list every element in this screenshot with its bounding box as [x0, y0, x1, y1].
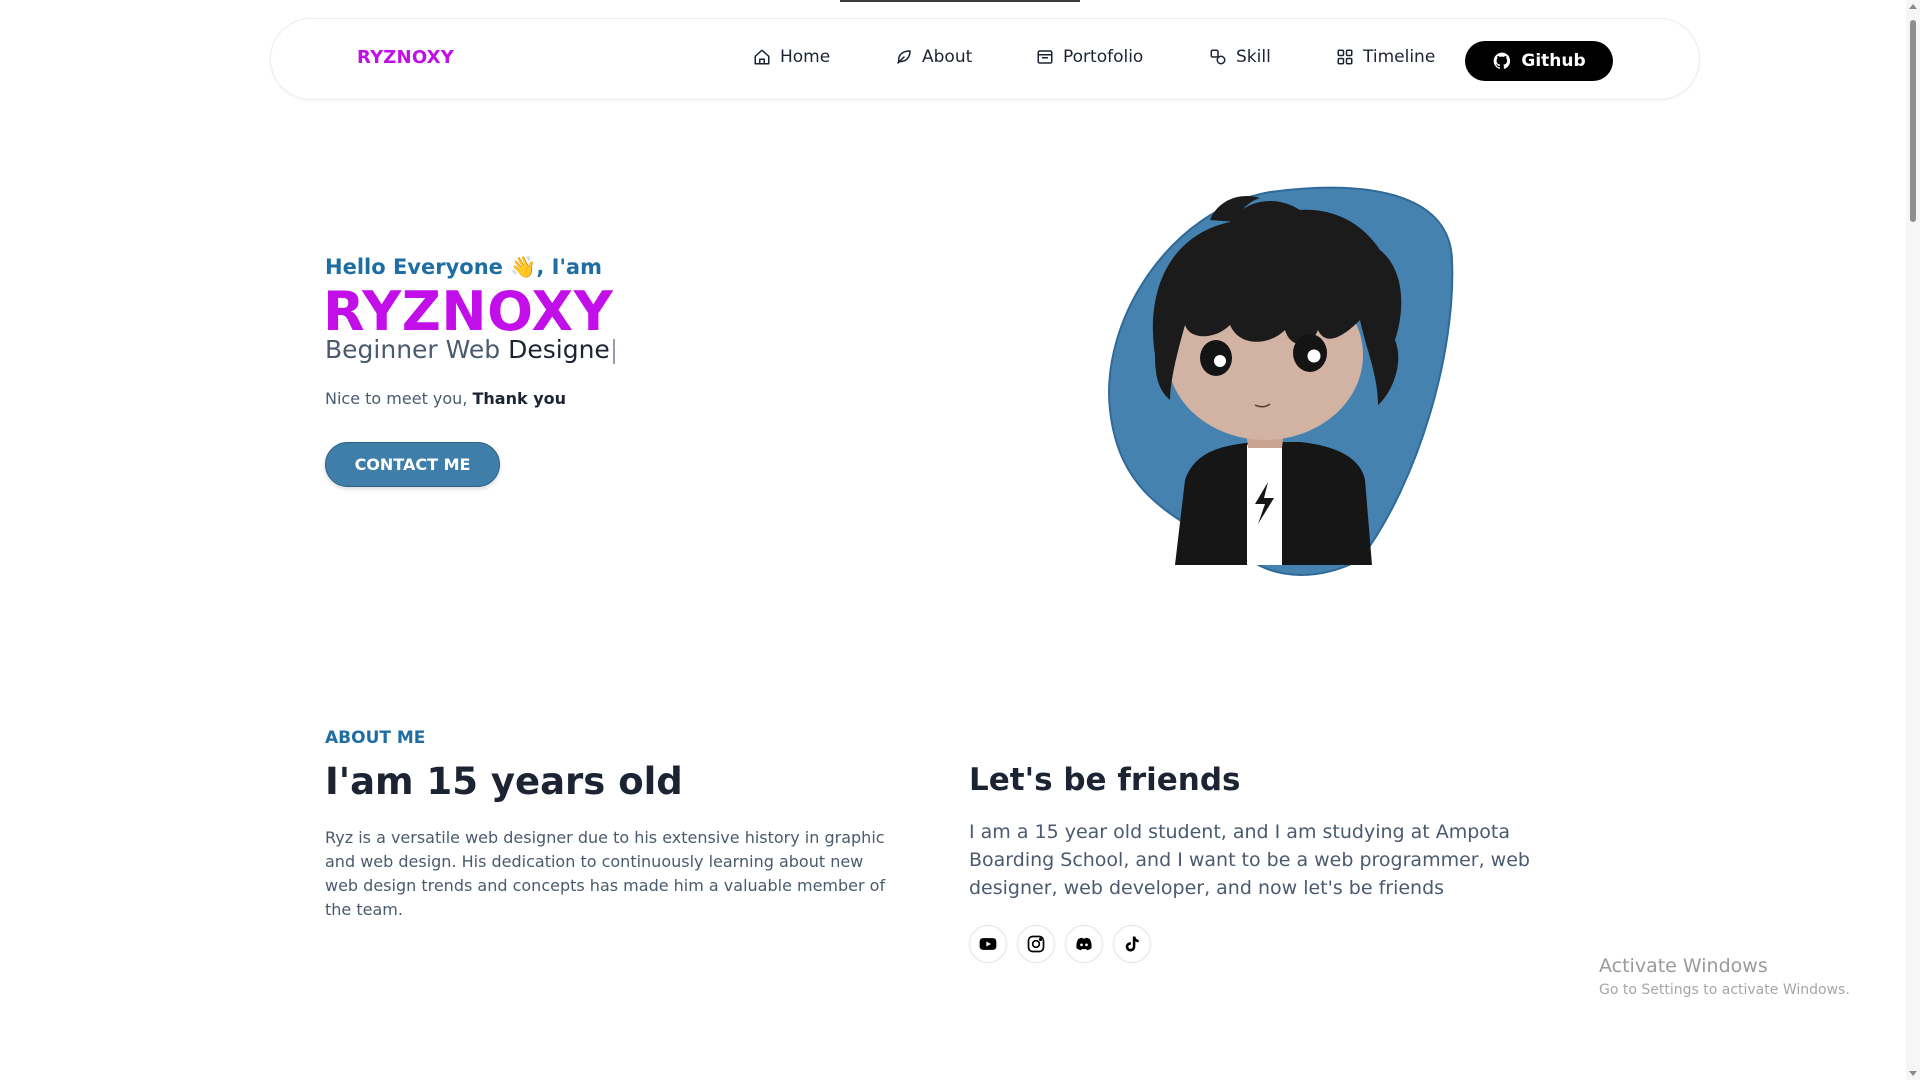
- nav-label-skill: Skill: [1236, 47, 1271, 67]
- nav-label-portofolio: Portofolio: [1063, 47, 1144, 67]
- about-title: I'am 15 years old: [325, 760, 683, 803]
- home-icon: [754, 49, 770, 65]
- brand-logo[interactable]: RYZNOXY: [357, 47, 454, 68]
- activate-windows-subtitle: Go to Settings to activate Windows.: [1599, 982, 1850, 998]
- discord-icon: [1076, 937, 1092, 951]
- github-icon: [1494, 52, 1511, 69]
- tiktok-icon: [1125, 936, 1139, 952]
- left-eye-shine: [1214, 355, 1226, 367]
- nav-label-timeline: Timeline: [1363, 47, 1436, 67]
- nav-label-home: Home: [780, 47, 831, 67]
- page-loading-bar: [840, 0, 1080, 2]
- discord-link[interactable]: [1065, 925, 1103, 963]
- tiktok-link[interactable]: [1113, 925, 1151, 963]
- typing-caret: |: [609, 335, 619, 364]
- avatar-illustration: [1108, 186, 1454, 576]
- avatar-shirt: [1247, 445, 1282, 565]
- hero-name: RYZNOXY: [323, 280, 614, 343]
- role-muted: Beginner Web: [325, 335, 509, 364]
- youtube-link[interactable]: [969, 925, 1007, 963]
- friends-description: I am a 15 year old student, and I am stu…: [969, 821, 1530, 899]
- nice-prefix: Nice to meet you,: [325, 389, 473, 408]
- about-section-label: ABOUT ME: [325, 728, 426, 748]
- friends-title: Let's be friends: [969, 762, 1241, 798]
- about-description: Ryz is a versatile web designer due to h…: [325, 828, 886, 919]
- greeting-suffix: , I'am: [536, 255, 602, 279]
- leaf-icon: [897, 50, 911, 64]
- nav-item-timeline[interactable]: Timeline: [1336, 47, 1435, 67]
- hero-subtitle: Nice to meet you, Thank you: [325, 389, 566, 408]
- github-button[interactable]: Github: [1465, 41, 1613, 81]
- shapes-icon: [1210, 49, 1226, 65]
- scroll-down-arrow-icon[interactable]: [1909, 1071, 1917, 1076]
- nav-item-skill[interactable]: Skill: [1209, 47, 1271, 67]
- nav-item-portofolio[interactable]: Portofolio: [1036, 47, 1143, 67]
- navbar: RYZNOXY Home About Portofolio Skill Time…: [270, 18, 1700, 100]
- nav-item-home[interactable]: Home: [753, 47, 830, 67]
- folder-icon: [1037, 50, 1053, 64]
- role-typed: Designe: [508, 335, 610, 364]
- social-links: [969, 925, 1151, 963]
- greeting-prefix: Hello Everyone: [325, 255, 511, 279]
- scroll-thumb[interactable]: [1910, 20, 1916, 222]
- nav-item-about[interactable]: About: [895, 47, 972, 67]
- instagram-link[interactable]: [1017, 925, 1055, 963]
- hero-role: Beginner Web Designe|: [325, 335, 618, 364]
- hero-greeting: Hello Everyone 👋, I'am: [325, 255, 602, 280]
- nice-bold: Thank you: [472, 389, 567, 408]
- nav-label-about: About: [922, 47, 973, 67]
- right-eye-shine: [1307, 349, 1321, 363]
- youtube-icon: [979, 938, 997, 950]
- contact-me-button[interactable]: CONTACT ME: [325, 442, 500, 487]
- grid-icon: [1337, 49, 1353, 65]
- github-label: Github: [1521, 51, 1586, 71]
- page-scrollbar[interactable]: [1906, 0, 1920, 1080]
- scroll-up-arrow-icon[interactable]: [1909, 4, 1917, 9]
- activate-windows-title: Activate Windows: [1599, 955, 1768, 977]
- waving-hand-icon: 👋: [510, 255, 537, 279]
- instagram-icon: [1027, 935, 1045, 953]
